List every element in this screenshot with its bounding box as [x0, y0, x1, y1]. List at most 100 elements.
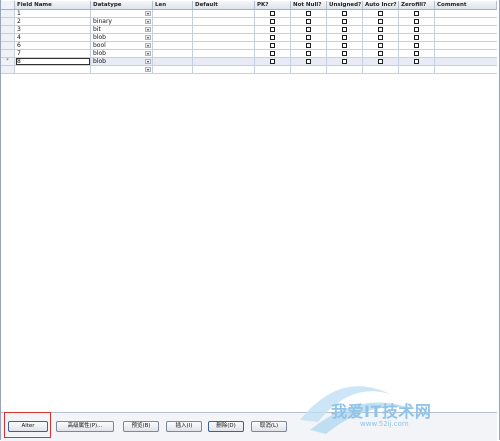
len-cell[interactable]	[153, 58, 193, 65]
datatype-cell[interactable]: blob ▾	[91, 58, 153, 65]
unsigned-checkbox[interactable]	[341, 59, 347, 64]
table-row[interactable]: 2 binary ▾	[1, 18, 497, 26]
header-len[interactable]: Len	[153, 1, 193, 9]
chevron-down-icon[interactable]: ▾	[145, 35, 151, 40]
zerofill-checkbox[interactable]	[413, 11, 419, 16]
default-cell[interactable]	[193, 26, 255, 33]
comment-cell[interactable]	[435, 42, 497, 49]
header-auto-incr[interactable]: Auto Incr?	[363, 1, 399, 9]
len-cell[interactable]	[153, 10, 193, 17]
default-cell[interactable]	[193, 34, 255, 41]
default-cell[interactable]	[193, 10, 255, 17]
chevron-down-icon[interactable]: ▾	[145, 67, 151, 72]
row-indicator[interactable]	[1, 42, 15, 49]
delete-button[interactable]: 删除(D)	[208, 421, 244, 432]
pk-checkbox[interactable]	[269, 35, 275, 40]
auto-incr-checkbox[interactable]	[377, 19, 383, 24]
auto-incr-checkbox[interactable]	[377, 35, 383, 40]
chevron-down-icon[interactable]: ▾	[145, 59, 151, 64]
header-field-name[interactable]: Field Name	[15, 1, 91, 9]
unsigned-checkbox[interactable]	[341, 35, 347, 40]
default-cell[interactable]	[193, 66, 255, 73]
comment-cell[interactable]	[435, 58, 497, 65]
unsigned-checkbox[interactable]	[341, 43, 347, 48]
chevron-down-icon[interactable]: ▾	[145, 27, 151, 32]
comment-cell[interactable]	[435, 50, 497, 57]
datatype-cell[interactable]: binary ▾	[91, 18, 153, 25]
auto-incr-checkbox[interactable]	[377, 43, 383, 48]
chevron-down-icon[interactable]: ▾	[145, 19, 151, 24]
default-cell[interactable]	[193, 42, 255, 49]
not-null-checkbox[interactable]	[305, 59, 311, 64]
unsigned-checkbox[interactable]	[341, 27, 347, 32]
header-pk[interactable]: PK?	[255, 1, 291, 9]
field-name-cell[interactable]: 8	[15, 58, 91, 65]
datatype-cell[interactable]: ▾	[91, 10, 153, 17]
default-cell[interactable]	[193, 50, 255, 57]
datatype-cell[interactable]: bool ▾	[91, 42, 153, 49]
header-not-null[interactable]: Not Null?	[291, 1, 327, 9]
zerofill-checkbox[interactable]	[413, 59, 419, 64]
unsigned-checkbox[interactable]	[341, 51, 347, 56]
table-row[interactable]: 6 bool ▾	[1, 42, 497, 50]
unsigned-checkbox[interactable]	[341, 11, 347, 16]
pk-checkbox[interactable]	[269, 11, 275, 16]
chevron-down-icon[interactable]: ▾	[145, 11, 151, 16]
datatype-cell[interactable]: blob ▾	[91, 34, 153, 41]
header-zerofill[interactable]: Zerofill?	[399, 1, 435, 9]
datatype-cell[interactable]: bit ▾	[91, 26, 153, 33]
auto-incr-checkbox[interactable]	[377, 11, 383, 16]
comment-cell[interactable]	[435, 10, 497, 17]
advanced-properties-button[interactable]: 高级属性(P)...	[56, 421, 114, 432]
header-default[interactable]: Default	[193, 1, 255, 9]
comment-cell[interactable]	[435, 18, 497, 25]
table-row[interactable]: 4 blob ▾	[1, 34, 497, 42]
cancel-button[interactable]: 取消(L)	[251, 421, 287, 432]
pk-checkbox[interactable]	[269, 43, 275, 48]
pk-checkbox[interactable]	[269, 51, 275, 56]
comment-cell[interactable]	[435, 66, 497, 73]
comment-cell[interactable]	[435, 26, 497, 33]
zerofill-checkbox[interactable]	[413, 19, 419, 24]
chevron-down-icon[interactable]: ▾	[145, 51, 151, 56]
pk-checkbox[interactable]	[269, 27, 275, 32]
not-null-checkbox[interactable]	[305, 35, 311, 40]
not-null-checkbox[interactable]	[305, 51, 311, 56]
header-datatype[interactable]: Datatype	[91, 1, 153, 9]
default-cell[interactable]	[193, 18, 255, 25]
comment-cell[interactable]	[435, 34, 497, 41]
not-null-checkbox[interactable]	[305, 27, 311, 32]
field-name-cell[interactable]: 4	[15, 34, 91, 41]
row-indicator[interactable]: *	[1, 58, 15, 65]
auto-incr-checkbox[interactable]	[377, 59, 383, 64]
len-cell[interactable]	[153, 26, 193, 33]
datatype-cell[interactable]: blob ▾	[91, 50, 153, 57]
datatype-cell[interactable]: ▾	[91, 66, 153, 73]
row-indicator[interactable]	[1, 34, 15, 41]
len-cell[interactable]	[153, 42, 193, 49]
len-cell[interactable]	[153, 18, 193, 25]
pk-checkbox[interactable]	[269, 19, 275, 24]
field-name-cell[interactable]	[15, 66, 91, 73]
table-row[interactable]: 1 ▾	[1, 10, 497, 18]
field-name-cell[interactable]: 1	[15, 10, 91, 17]
table-row[interactable]: * 8 blob ▾	[1, 58, 497, 66]
row-indicator[interactable]	[1, 26, 15, 33]
zerofill-checkbox[interactable]	[413, 51, 419, 56]
len-cell[interactable]	[153, 66, 193, 73]
preview-button[interactable]: 预览(B)	[123, 421, 159, 432]
not-null-checkbox[interactable]	[305, 43, 311, 48]
zerofill-checkbox[interactable]	[413, 35, 419, 40]
auto-incr-checkbox[interactable]	[377, 51, 383, 56]
row-indicator[interactable]	[1, 18, 15, 25]
table-row[interactable]: 3 bit ▾	[1, 26, 497, 34]
chevron-down-icon[interactable]: ▾	[145, 43, 151, 48]
pk-checkbox[interactable]	[269, 59, 275, 64]
auto-incr-checkbox[interactable]	[377, 27, 383, 32]
header-comment[interactable]: Comment	[435, 1, 497, 9]
row-indicator[interactable]	[1, 66, 15, 73]
field-name-cell[interactable]: 2	[15, 18, 91, 25]
table-row[interactable]: ▾	[1, 66, 497, 74]
table-row[interactable]: 7 blob ▾	[1, 50, 497, 58]
zerofill-checkbox[interactable]	[413, 43, 419, 48]
